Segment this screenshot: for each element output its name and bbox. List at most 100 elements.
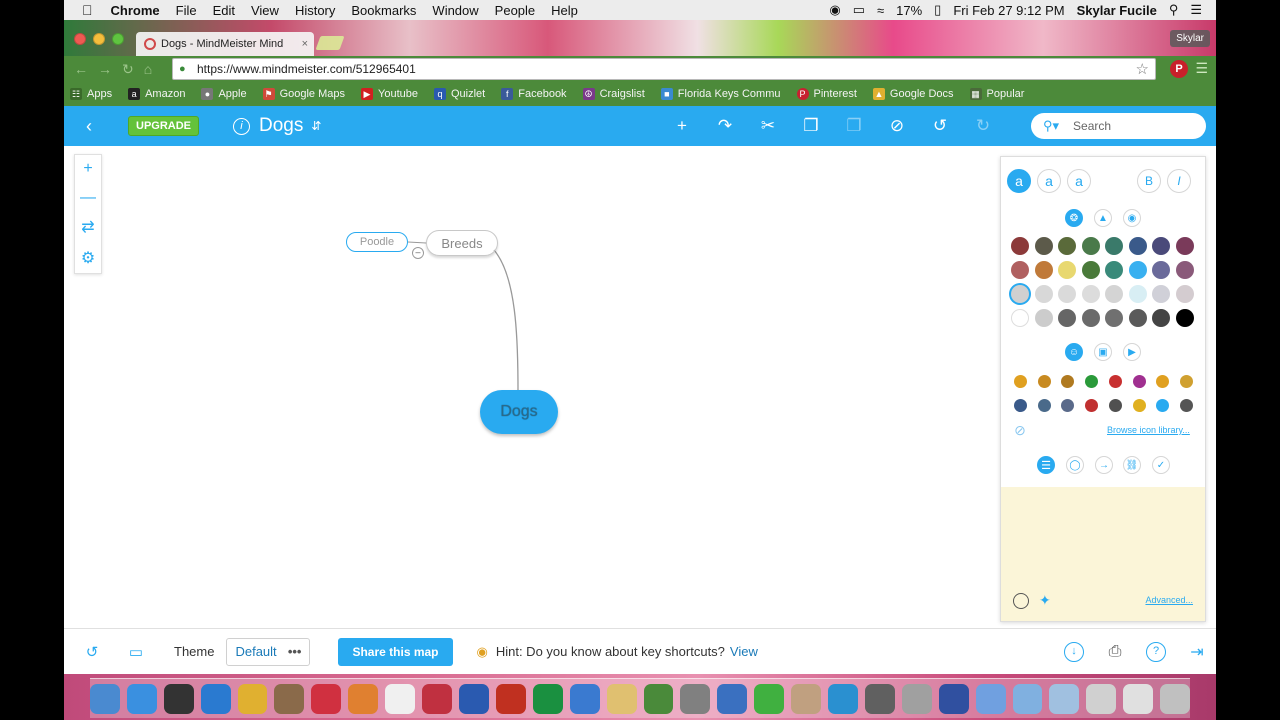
font-mono-button[interactable]: a [1067, 169, 1091, 193]
print-icon[interactable]: ⎙ [1102, 643, 1128, 661]
menu-history[interactable]: History [287, 3, 343, 18]
color-swatch[interactable] [1128, 309, 1147, 327]
magic-wand-icon[interactable]: ✦ [1039, 592, 1051, 609]
map-icon-option[interactable] [1132, 399, 1146, 412]
map-icon-option[interactable] [1108, 375, 1122, 388]
cut-icon[interactable]: ✂ [756, 116, 780, 136]
bookmark-youtube[interactable]: ▶ Youtube [361, 88, 418, 100]
video-tab-icon[interactable]: ▶ [1123, 343, 1141, 361]
back-arrow-icon[interactable]: ← [74, 61, 88, 78]
menu-edit[interactable]: Edit [205, 3, 243, 18]
new-tab-button[interactable] [315, 36, 345, 50]
bookmark-google-maps[interactable]: ⚑ Google Maps [262, 88, 345, 100]
color-swatch[interactable] [1152, 309, 1170, 327]
map-icon-option[interactable] [1179, 399, 1193, 412]
notes-tab-icon[interactable]: ☰ [1037, 456, 1055, 474]
color-swatch[interactable] [1105, 309, 1123, 327]
zoom-window-icon[interactable] [112, 33, 124, 45]
comments-tab-icon[interactable]: ◯ [1066, 456, 1084, 474]
bookmark-google-docs[interactable]: ▲ Google Docs [872, 88, 954, 100]
battery-percent[interactable]: 17% [890, 3, 928, 18]
advanced-link[interactable]: Advanced... [1145, 595, 1193, 605]
dock-app-icon[interactable] [864, 683, 895, 714]
color-swatch[interactable] [1011, 309, 1029, 327]
map-icon-option[interactable] [1085, 399, 1099, 412]
bookmark-quizlet[interactable]: q Quizlet [434, 88, 485, 100]
color-swatch[interactable] [1011, 285, 1029, 303]
wifi-icon[interactable]: ≈ [871, 3, 890, 18]
copy-icon[interactable]: ❐ [799, 116, 823, 136]
dock-app-icon[interactable] [532, 683, 563, 714]
battery-icon[interactable]: ▯ [928, 2, 947, 18]
bookmark-facebook[interactable]: f Facebook [501, 88, 567, 100]
menu-app-name[interactable]: Chrome [103, 3, 168, 18]
bookmark-apple[interactable]: ● Apple [201, 88, 247, 100]
dock-app-icon[interactable] [975, 683, 1006, 714]
home-icon[interactable]: ⌂ [144, 61, 152, 78]
sort-arrows-icon[interactable]: ⇵ [311, 119, 321, 133]
dock-app-icon[interactable] [1012, 683, 1043, 714]
color-swatch[interactable] [1152, 285, 1170, 303]
color-swatch[interactable] [1152, 261, 1170, 279]
dock-app-icon[interactable] [569, 683, 600, 714]
help-icon[interactable]: ? [1146, 642, 1166, 662]
exit-icon[interactable]: ⇥ [1184, 642, 1210, 662]
task-tab-icon[interactable]: ✓ [1152, 456, 1170, 474]
close-tab-icon[interactable]: × [302, 38, 314, 50]
map-title-area[interactable]: i Dogs ⇵ [233, 115, 321, 137]
back-chevron-icon[interactable]: ‹ [64, 116, 114, 137]
menu-people[interactable]: People [487, 3, 543, 18]
address-bar[interactable]: ● https://www.mindmeister.com/512965401 … [172, 58, 1156, 80]
bold-button[interactable]: B [1137, 169, 1161, 193]
reload-icon[interactable]: ↻ [122, 61, 134, 78]
undo-icon[interactable]: ↺ [928, 116, 952, 136]
color-swatch[interactable] [1105, 261, 1123, 279]
user-name[interactable]: Skylar Fucile [1071, 3, 1163, 18]
dock-app-icon[interactable] [901, 683, 932, 714]
collapse-toggle-icon[interactable]: – [412, 247, 424, 259]
dock-app-icon[interactable] [495, 683, 526, 714]
dock-app-icon[interactable] [126, 683, 157, 714]
font-sans-button[interactable]: a [1007, 169, 1031, 193]
dock-app-icon[interactable] [163, 683, 194, 714]
color-swatch[interactable] [1058, 285, 1076, 303]
dock-app-icon[interactable] [606, 683, 637, 714]
menu-window[interactable]: Window [424, 3, 486, 18]
spotlight-icon[interactable]: ⚲ [1163, 2, 1185, 18]
paste-icon[interactable]: ❐ [842, 116, 866, 136]
color-swatch[interactable] [1034, 261, 1053, 279]
icons-tab-icon[interactable]: ☺ [1065, 343, 1083, 361]
menu-help[interactable]: Help [543, 3, 586, 18]
dock-app-icon[interactable] [1123, 683, 1154, 714]
color-swatch[interactable] [1175, 237, 1194, 255]
airplay-icon[interactable]: ▭ [847, 2, 871, 18]
map-icon-option[interactable] [1179, 375, 1193, 388]
color-swatch[interactable] [1175, 285, 1194, 303]
download-icon[interactable]: ↓ [1064, 642, 1084, 662]
color-swatch[interactable] [1034, 309, 1053, 327]
dock-app-icon[interactable] [89, 683, 120, 714]
color-swatch[interactable] [1058, 309, 1076, 327]
dock-app-icon[interactable] [717, 683, 748, 714]
search-input[interactable]: ⚲▾ Search [1031, 113, 1206, 139]
apple-icon[interactable]:  [64, 2, 103, 18]
redo-icon[interactable]: ↻ [971, 116, 995, 136]
map-icon-option[interactable] [1037, 375, 1051, 388]
font-serif-button[interactable]: a [1037, 169, 1061, 193]
no-icon-button[interactable]: ⊘ [1011, 421, 1029, 439]
profile-button[interactable]: Skylar [1170, 30, 1210, 47]
more-dots-icon[interactable]: ••• [288, 644, 310, 659]
forward-arrow-icon[interactable]: → [98, 61, 112, 78]
dock-app-icon[interactable] [1049, 683, 1080, 714]
color-swatch[interactable] [1081, 285, 1100, 303]
color-swatch[interactable] [1034, 237, 1053, 255]
history-icon[interactable]: ↺ [70, 643, 114, 661]
color-swatch[interactable] [1081, 309, 1100, 327]
node-dogs-root[interactable]: Dogs [480, 390, 558, 434]
notification-center-icon[interactable]: ☰ [1184, 2, 1208, 18]
node-poodle[interactable]: Poodle [346, 232, 408, 252]
link-tab-icon[interactable]: ⛓ [1123, 456, 1141, 474]
delete-icon[interactable]: ⊘ [885, 116, 909, 136]
map-icon-option[interactable] [1061, 399, 1075, 412]
dock-app-icon[interactable] [385, 683, 416, 714]
